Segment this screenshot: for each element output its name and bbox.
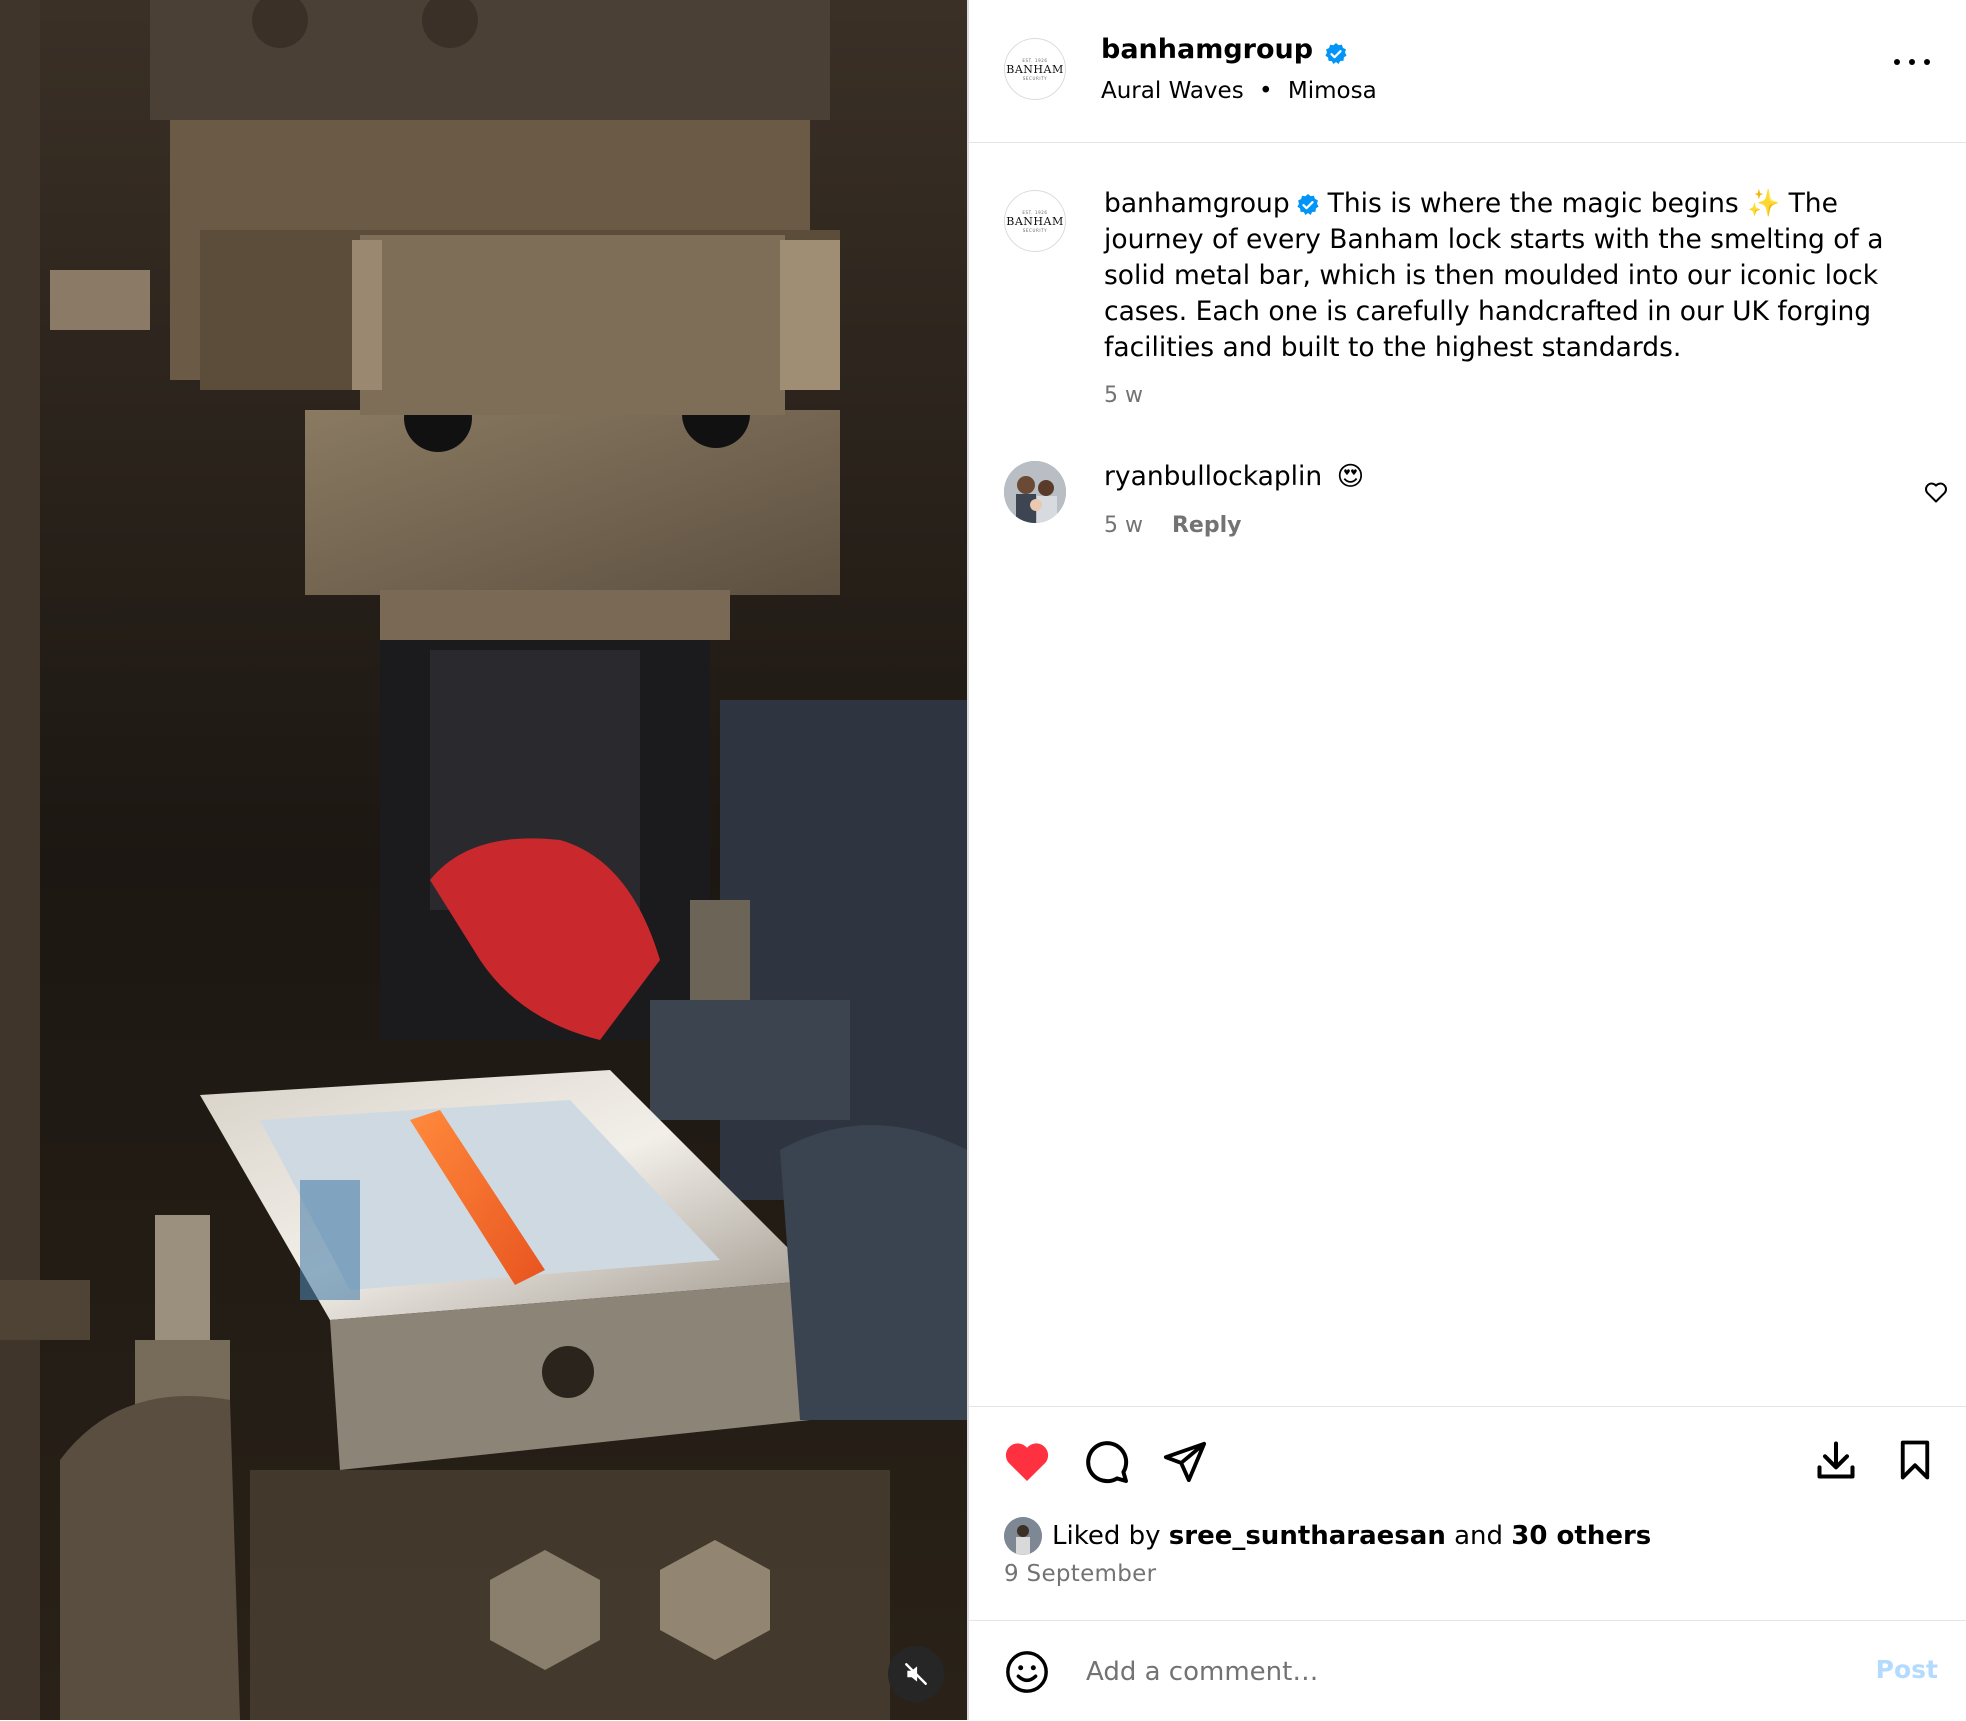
- post-video[interactable]: [0, 0, 967, 1720]
- others-count-link[interactable]: 30 others: [1511, 1521, 1651, 1551]
- emoji-smiley-icon[interactable]: [1004, 1649, 1050, 1695]
- mute-toggle-button[interactable]: [888, 1646, 944, 1702]
- heart-filled-icon[interactable]: [1002, 1439, 1052, 1483]
- reply-button[interactable]: Reply: [1172, 513, 1242, 538]
- liker-username[interactable]: sree_suntharaesan: [1169, 1521, 1446, 1551]
- caption-age: 5 w: [1104, 383, 1143, 408]
- heart-eyes-emoji: 😍: [1336, 461, 1365, 492]
- verified-badge-icon: [1297, 193, 1319, 215]
- post-date: 9 September: [1004, 1561, 1157, 1587]
- comment-item: ryanbullockaplin 😍 5 w Reply: [969, 455, 1966, 545]
- comment-age: 5 w: [1104, 513, 1143, 538]
- post-comment-button[interactable]: Post: [1876, 1655, 1938, 1684]
- speaker-muted-icon: [905, 1663, 927, 1685]
- likes-summary: Liked by sree_suntharaesan and 30 others: [1004, 1517, 1651, 1555]
- comment-input[interactable]: [1084, 1651, 1788, 1693]
- liked-by-prefix: Liked by: [1052, 1521, 1161, 1551]
- author-username[interactable]: banhamgroup: [1101, 34, 1313, 65]
- caption-author-avatar[interactable]: EST. 1926 BANHAM SECURITY: [1004, 190, 1066, 252]
- audio-location-line: Aural Waves • Mimosa: [1101, 78, 1377, 104]
- caption-text-start: This is where the magic begins: [1327, 188, 1739, 219]
- verified-badge-icon: [1325, 42, 1347, 64]
- post-actions-section: Liked by sree_suntharaesan and 30 others…: [969, 1406, 1966, 1621]
- comment-username[interactable]: ryanbullockaplin: [1104, 461, 1322, 492]
- comment-bubble-icon[interactable]: [1082, 1437, 1130, 1485]
- bookmark-icon[interactable]: [1894, 1437, 1936, 1483]
- post-header: EST. 1926 BANHAM SECURITY banhamgroup Au…: [969, 0, 1966, 143]
- sparkles-emoji: ✨: [1747, 188, 1781, 219]
- share-paper-plane-icon[interactable]: [1162, 1438, 1208, 1484]
- author-avatar[interactable]: EST. 1926 BANHAM SECURITY: [1004, 38, 1066, 100]
- post-caption: banhamgroup This is where the magic begi…: [1104, 186, 1934, 414]
- caption-username[interactable]: banhamgroup: [1104, 188, 1290, 219]
- commenter-avatar[interactable]: [1004, 461, 1066, 523]
- liker-avatar[interactable]: [1004, 1517, 1042, 1555]
- location-name[interactable]: Mimosa: [1288, 78, 1377, 104]
- dot-separator: •: [1258, 78, 1273, 104]
- comment-composer: Post: [969, 1620, 1966, 1721]
- video-frame: [0, 0, 967, 1720]
- more-options-icon: [1894, 59, 1900, 65]
- author-line: banhamgroup: [1101, 34, 1348, 66]
- avatar-brand-text: BANHAM: [1006, 62, 1064, 76]
- comment-like-heart-icon[interactable]: [1924, 481, 1948, 503]
- download-icon[interactable]: [1814, 1437, 1858, 1483]
- audio-name[interactable]: Aural Waves: [1101, 78, 1244, 104]
- more-options-button[interactable]: [1894, 52, 1930, 72]
- post-details-panel: EST. 1926 BANHAM SECURITY banhamgroup Au…: [967, 0, 1966, 1720]
